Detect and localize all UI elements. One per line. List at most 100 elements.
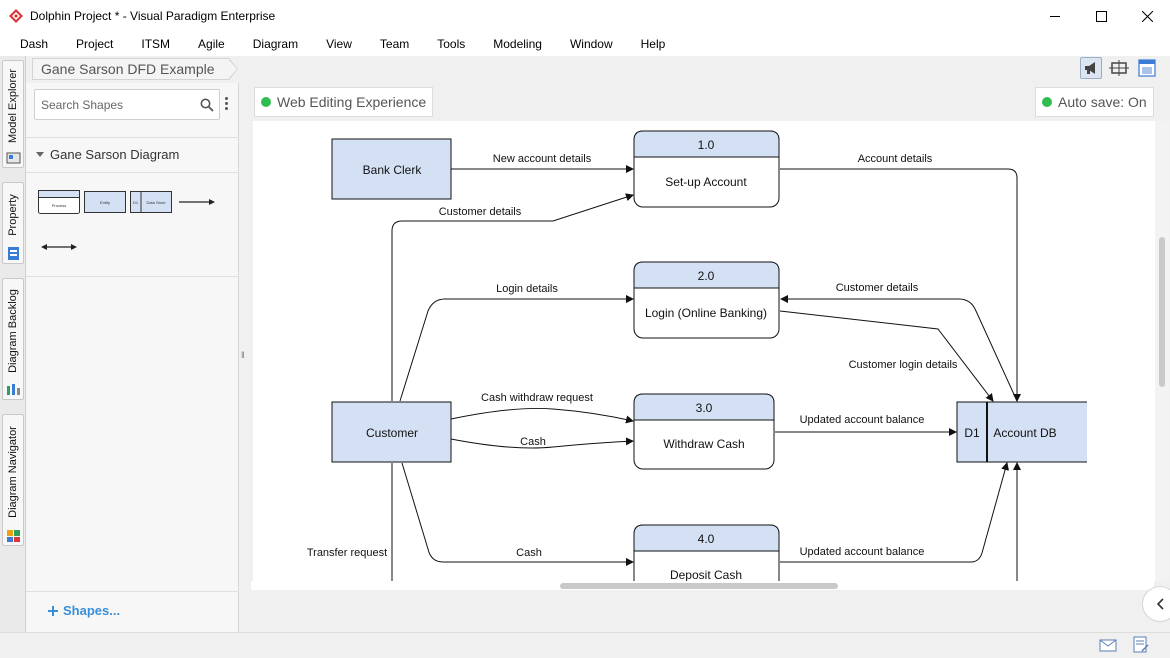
menu-tools[interactable]: Tools xyxy=(423,32,479,56)
label-login-details: Login details xyxy=(496,283,558,295)
close-icon xyxy=(1141,10,1153,22)
status-dot xyxy=(1042,97,1052,107)
menu-project[interactable]: Project xyxy=(62,32,127,56)
flow-arrow-thumb[interactable] xyxy=(178,197,216,207)
diagram-canvas[interactable]: Bank Clerk Customer 1.0 Set-up Account 2… xyxy=(253,121,1156,581)
fit-to-window-button[interactable] xyxy=(1108,57,1130,79)
menu-help[interactable]: Help xyxy=(627,32,680,56)
autosave-label: Auto save: On xyxy=(1058,94,1147,110)
panel-divider xyxy=(26,276,239,277)
entity-thumb-label: Entity xyxy=(100,200,110,205)
label-cash-withdraw-request: Cash withdraw request xyxy=(481,392,593,404)
entity-bank-clerk[interactable]: Bank Clerk xyxy=(331,138,452,200)
plus-icon xyxy=(48,605,58,616)
menu-dash[interactable]: Dash xyxy=(6,32,62,56)
entity-customer-label: Customer xyxy=(366,426,418,440)
vertical-scrollbar[interactable] xyxy=(1155,121,1169,581)
label-transfer-request: Transfer request xyxy=(307,547,387,559)
chevron-left-icon xyxy=(1156,598,1164,610)
entity-customer[interactable]: Customer xyxy=(331,401,452,463)
search-shapes-box[interactable] xyxy=(34,89,220,120)
process-3-name: Withdraw Cash xyxy=(663,437,744,451)
shape-group-title: Gane Sarson Diagram xyxy=(50,147,180,162)
layout-icon xyxy=(1138,59,1156,77)
breadcrumb-arrow xyxy=(227,58,238,80)
tab-diagram-backlog[interactable]: Diagram Backlog xyxy=(2,278,24,400)
status-bar xyxy=(0,632,1170,658)
panel-menu-icon[interactable] xyxy=(225,97,229,112)
process-1-id: 1.0 xyxy=(698,138,715,152)
process-4-name: Deposit Cash xyxy=(670,568,742,581)
navigator-icon xyxy=(7,530,20,542)
label-cash-1: Cash xyxy=(520,436,546,448)
search-shapes-input[interactable] xyxy=(41,97,199,112)
panel-splitter-handle[interactable]: ǁ xyxy=(241,350,245,360)
process-thumb-label: Process xyxy=(52,203,66,208)
menu-modeling[interactable]: Modeling xyxy=(479,32,556,56)
horizontal-scroll-thumb[interactable] xyxy=(560,583,838,589)
dfd-diagram[interactable]: Bank Clerk Customer 1.0 Set-up Account 2… xyxy=(253,121,1156,581)
flow-customer-details-1[interactable] xyxy=(391,193,634,401)
chevron-down-icon xyxy=(36,151,44,157)
label-new-account-details: New account details xyxy=(493,153,592,165)
minimize-icon xyxy=(1049,15,1060,17)
shapes-panel: Gane Sarson Diagram Process Entity D1 Da… xyxy=(26,83,239,632)
data-store-shape-thumb[interactable]: D1 Data Store xyxy=(130,191,172,213)
data-store-id: D1 xyxy=(964,426,980,440)
data-store-thumb-id: D1 xyxy=(133,200,139,205)
menu-view[interactable]: View xyxy=(312,32,366,56)
process-2-name: Login (Online Banking) xyxy=(645,306,767,320)
process-4-id: 4.0 xyxy=(698,532,715,546)
flow-cash-withdraw-request[interactable] xyxy=(450,407,634,424)
notes-icon[interactable] xyxy=(1133,636,1149,654)
collapse-panel-button[interactable] xyxy=(1142,586,1170,622)
data-store-name: Account DB xyxy=(993,426,1056,440)
bidirectional-flow-thumb[interactable] xyxy=(40,242,78,252)
layout-button[interactable] xyxy=(1136,57,1158,79)
announcement-button[interactable] xyxy=(1080,57,1102,79)
add-shapes-button[interactable]: Shapes... xyxy=(48,603,120,618)
autosave-badge[interactable]: Auto save: On xyxy=(1035,87,1154,117)
menu-window[interactable]: Window xyxy=(556,32,627,56)
mail-icon[interactable] xyxy=(1099,638,1117,652)
tab-property[interactable]: Property xyxy=(2,182,24,264)
data-store-thumb-label: Data Store xyxy=(146,200,166,205)
entity-shape-thumb[interactable]: Entity xyxy=(84,191,126,213)
entity-bank-clerk-label: Bank Clerk xyxy=(363,163,423,177)
horizontal-scrollbar[interactable] xyxy=(251,581,1154,590)
tab-diagram-navigator[interactable]: Diagram Navigator xyxy=(2,414,24,546)
breadcrumb-diagram-name[interactable]: Gane Sarson DFD Example xyxy=(32,58,229,80)
process-shape-thumb[interactable]: Process xyxy=(38,190,80,214)
vertical-scroll-thumb[interactable] xyxy=(1159,237,1165,387)
close-button[interactable] xyxy=(1124,0,1170,32)
flow-customer-login-details[interactable] xyxy=(779,310,994,402)
process-4[interactable]: 4.0 Deposit Cash xyxy=(633,524,780,581)
flow-login-details[interactable] xyxy=(399,295,634,402)
minimize-button[interactable] xyxy=(1032,0,1078,32)
process-2[interactable]: 2.0 Login (Online Banking) xyxy=(633,261,780,339)
tab-model-explorer[interactable]: Model Explorer xyxy=(2,60,24,168)
tab-diagram-navigator-label: Diagram Navigator xyxy=(7,426,19,518)
property-icon xyxy=(8,247,19,260)
shape-group-header[interactable]: Gane Sarson Diagram xyxy=(36,147,179,162)
menu-bar: Dash Project ITSM Agile Diagram View Tea… xyxy=(0,32,1170,56)
tab-diagram-backlog-label: Diagram Backlog xyxy=(7,289,19,373)
megaphone-icon xyxy=(1085,62,1095,74)
search-icon xyxy=(200,98,214,112)
process-3[interactable]: 3.0 Withdraw Cash xyxy=(633,393,775,470)
maximize-icon xyxy=(1095,10,1107,22)
label-updated-balance-2: Updated account balance xyxy=(800,546,925,558)
menu-team[interactable]: Team xyxy=(366,32,423,56)
backlog-icon xyxy=(7,384,20,395)
menu-itsm[interactable]: ITSM xyxy=(127,32,184,56)
web-editing-badge[interactable]: Web Editing Experience xyxy=(254,87,434,117)
label-account-details: Account details xyxy=(858,153,933,165)
menu-diagram[interactable]: Diagram xyxy=(239,32,312,56)
label-customer-details-2: Customer details xyxy=(836,282,919,294)
data-store-account-db[interactable]: D1 Account DB xyxy=(956,401,1087,463)
process-1[interactable]: 1.0 Set-up Account xyxy=(633,130,780,208)
maximize-button[interactable] xyxy=(1078,0,1124,32)
app-logo-icon xyxy=(9,9,23,23)
tab-model-explorer-label: Model Explorer xyxy=(7,69,19,143)
menu-agile[interactable]: Agile xyxy=(184,32,239,56)
